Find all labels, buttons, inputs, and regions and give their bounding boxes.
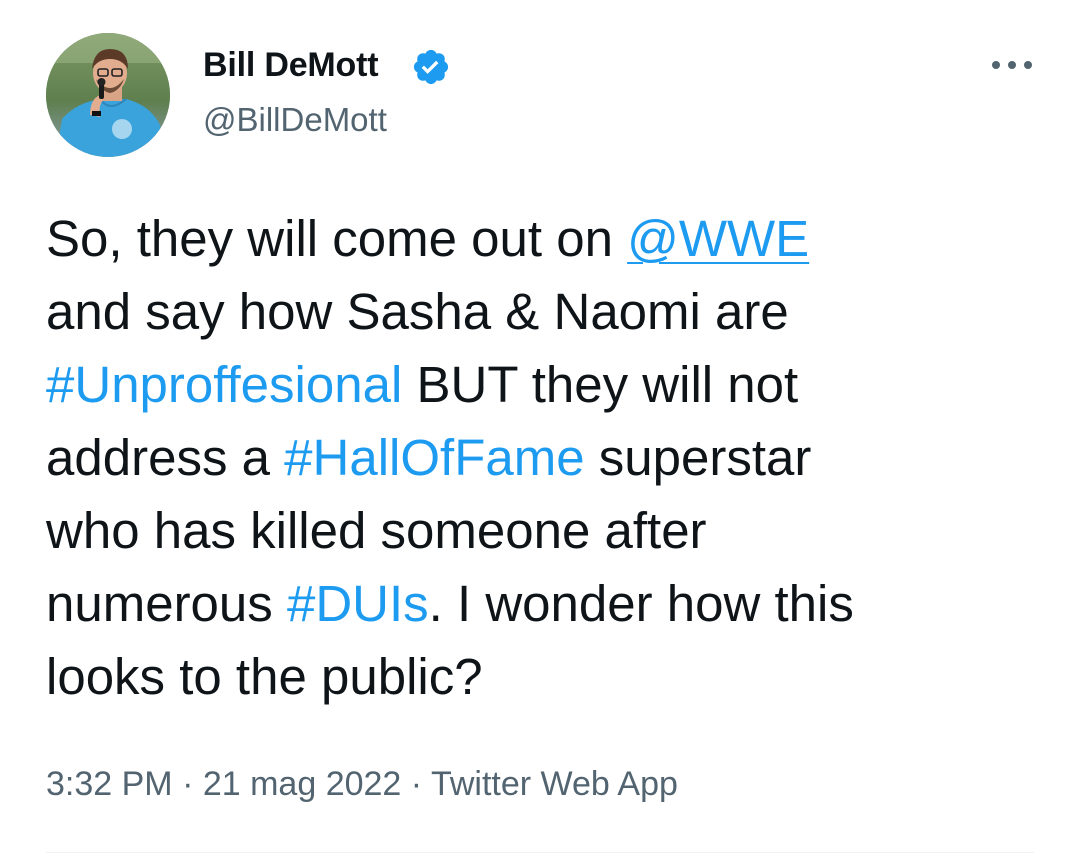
tweet-text-segment: who has killed someone after [46,502,707,559]
tweet-text-segment: . I wonder how this [428,575,854,632]
tweet-text-line: looks to the public? [46,640,1036,713]
tweet-text-segment: address a [46,429,285,486]
tweet-text: So, they will come out on @WWE and say h… [46,202,1036,713]
meta-separator: · [172,765,203,803]
meta-separator: · [401,765,431,803]
more-horizontal-icon[interactable] [988,52,1036,78]
tweet: Bill DeMott @BillDeMott So, they will co… [0,0,1080,856]
tweet-text-line: numerous #DUIs. I wonder how this [46,567,1036,640]
author-name[interactable]: Bill DeMott [203,45,379,85]
tweet-text-segment: So, they will come out on [46,210,628,267]
tweet-date[interactable]: 21 mag 2022 [203,765,402,803]
tweet-text-segment: looks to the public? [46,648,483,705]
tweet-text-line: who has killed someone after [46,494,1036,567]
tweet-meta: 3:32 PM · 21 mag 2022 · Twitter Web App [46,762,678,806]
tweet-source: Twitter Web App [430,765,678,803]
tweet-text-line: address a #HallOfFame superstar [46,421,1036,494]
avatar[interactable] [46,33,170,157]
author-handle[interactable]: @BillDeMott [203,100,387,140]
tweet-text-line: and say how Sasha & Naomi are [46,275,1036,348]
profile-photo [46,33,170,157]
hashtag-link[interactable]: #HallOfFame [284,429,584,486]
tweet-text-segment: BUT they will not [402,356,799,413]
tweet-time[interactable]: 3:32 PM [46,765,173,803]
hashtag-link[interactable]: #Unproffesional [46,356,402,413]
verified-badge-icon [413,49,449,85]
tweet-text-segment: and say how Sasha & Naomi are [46,283,789,340]
tweet-text-line: #Unproffesional BUT they will not [46,348,1036,421]
divider [46,852,1034,853]
tweet-text-line: So, they will come out on @WWE [46,202,1036,275]
hashtag-link[interactable]: #DUIs [287,575,429,632]
tweet-text-segment: superstar [584,429,812,486]
mention-link[interactable]: @WWE [627,210,809,267]
tweet-text-segment: numerous [46,575,287,632]
